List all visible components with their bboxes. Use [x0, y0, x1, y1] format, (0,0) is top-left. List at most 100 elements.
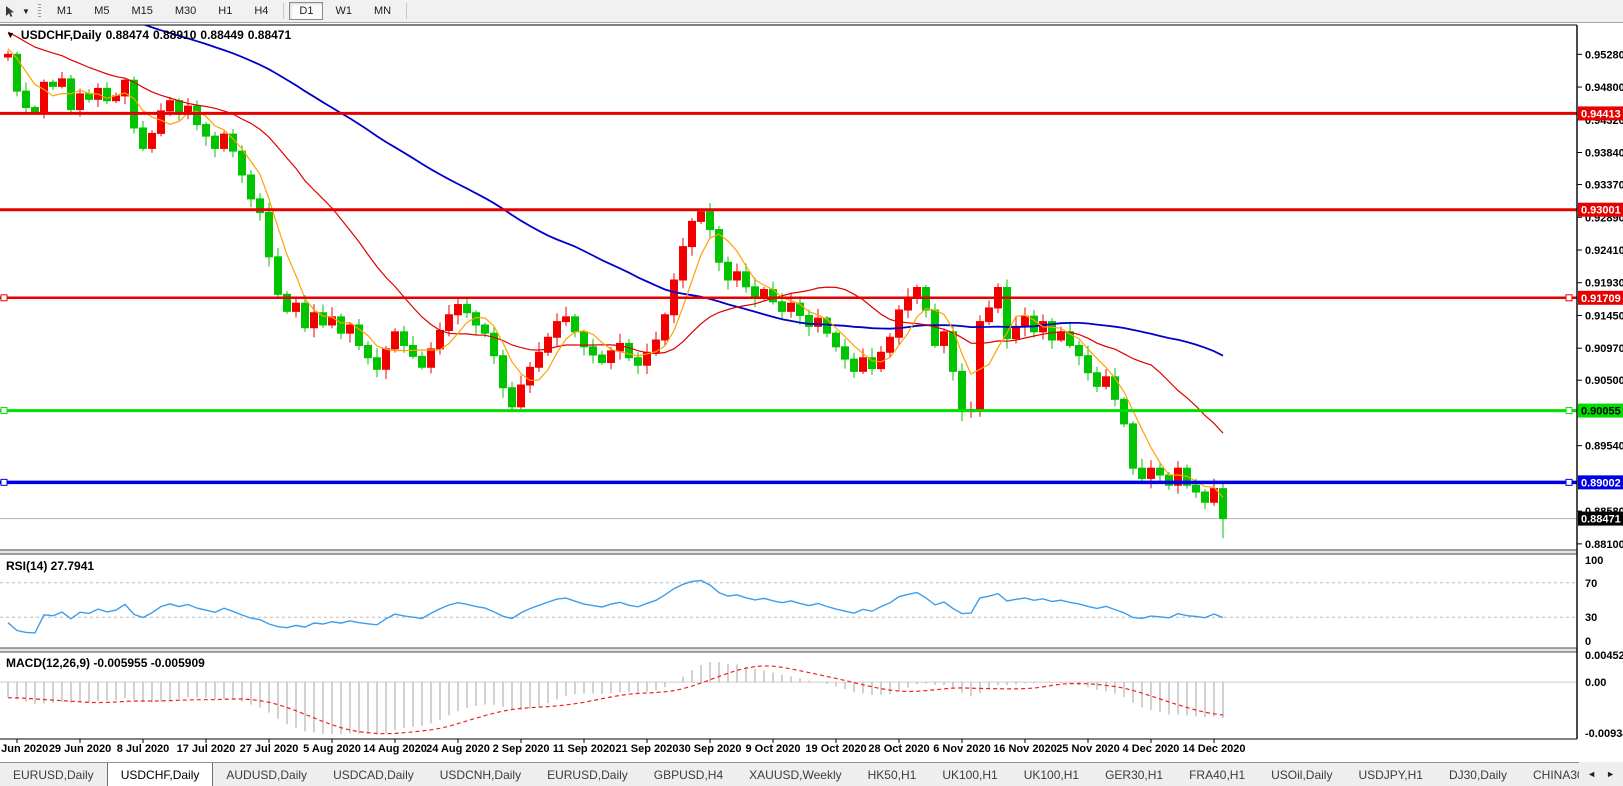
chart-tab-dj30-daily[interactable]: DJ30,Daily [1436, 763, 1520, 786]
rsi-axis-label: 100 [1585, 555, 1603, 567]
price-tag-label: 0.90055 [1581, 406, 1621, 418]
x-axis-label: 17 Jul 2020 [177, 743, 236, 755]
panel-splitter[interactable] [0, 648, 1577, 652]
collapse-icon[interactable]: ▼ [6, 30, 15, 40]
price-chart-canvas[interactable]: 0.952800.948000.943200.938400.933700.928… [0, 0, 1623, 762]
chart-tab-usdcad-daily[interactable]: USDCAD,Daily [320, 763, 427, 786]
x-axis-label: 25 Nov 2020 [1056, 743, 1120, 755]
ohlc-high: 0.88910 [153, 28, 196, 42]
timeframe-button-m1[interactable]: M1 [47, 2, 82, 20]
cursor-pointer-icon [4, 5, 17, 18]
timeframe-button-m15[interactable]: M15 [121, 2, 162, 20]
x-axis-label: 19 Oct 2020 [805, 743, 866, 755]
chart-tab-usdchf-daily[interactable]: USDCHF,Daily [107, 762, 214, 786]
cursor-tool-button[interactable]: ▼ [0, 0, 36, 22]
ohlc-low: 0.88449 [200, 28, 243, 42]
x-axis-label: 24 Aug 2020 [426, 743, 490, 755]
line-handle[interactable] [1566, 479, 1572, 485]
macd-axis-label: 0.00 [1585, 677, 1606, 689]
y-axis-label: 0.89540 [1585, 441, 1623, 453]
x-axis-label: 14 Aug 2020 [363, 743, 427, 755]
macd-signal-line [8, 666, 1223, 734]
y-axis-label: 0.91450 [1585, 310, 1623, 322]
timeframe-button-d1[interactable]: D1 [289, 2, 323, 20]
rsi-line [8, 581, 1223, 633]
timeframe-button-m30[interactable]: M30 [165, 2, 206, 20]
line-handle[interactable] [1, 479, 7, 485]
timeframe-button-mn[interactable]: MN [364, 2, 401, 20]
chart-tab-uk100-h1[interactable]: UK100,H1 [1011, 763, 1092, 786]
y-axis-label: 0.90500 [1585, 375, 1623, 387]
chart-tab-usdcnh-daily[interactable]: USDCNH,Daily [427, 763, 534, 786]
price-tag-label: 0.89002 [1581, 477, 1621, 489]
chart-tab-bar: EURUSD,DailyUSDCHF,DailyAUDUSD,DailyUSDC… [0, 762, 1623, 786]
rsi-indicator-label: RSI(14) 27.7941 [6, 559, 94, 573]
timeframe-button-h1[interactable]: H1 [208, 2, 242, 20]
y-axis-label: 0.95280 [1585, 49, 1623, 61]
price-tag-label: 0.91709 [1581, 293, 1621, 305]
price-tag-label: 0.94413 [1581, 108, 1621, 120]
chart-symbol: USDCHF,Daily [21, 28, 102, 42]
y-axis-label: 0.92410 [1585, 245, 1623, 257]
x-axis-label: 2 Sep 2020 [493, 743, 550, 755]
macd-indicator-label: MACD(12,26,9) -0.005955 -0.005909 [6, 656, 205, 670]
y-axis-label: 0.88100 [1585, 539, 1623, 551]
x-axis-label: 6 Nov 2020 [933, 743, 990, 755]
toolbar-grip [38, 4, 41, 18]
line-handle[interactable] [1, 295, 7, 301]
macd-axis-label: -0.009348 [1585, 728, 1623, 740]
ohlc-open: 0.88474 [106, 28, 149, 42]
chart-tab-gbpusd-h4[interactable]: GBPUSD,H4 [641, 763, 736, 786]
rsi-axis-label: 70 [1585, 578, 1597, 590]
x-axis-label: 19 Jun 2020 [0, 743, 48, 755]
chart-tab-eurusd-daily[interactable]: EURUSD,Daily [534, 763, 641, 786]
x-axis-label: 9 Oct 2020 [745, 743, 800, 755]
x-axis-label: 28 Oct 2020 [868, 743, 929, 755]
line-handle[interactable] [1566, 408, 1572, 414]
panel-splitter[interactable] [0, 550, 1577, 554]
chevron-down-icon: ▼ [22, 7, 30, 16]
x-axis-label: 8 Jul 2020 [117, 743, 170, 755]
chart-tab-eurusd-daily[interactable]: EURUSD,Daily [0, 763, 107, 786]
y-axis-label: 0.91930 [1585, 278, 1623, 290]
price-tag-label: 0.93001 [1581, 205, 1621, 217]
chart-title: ▼ USDCHF,Daily 0.88474 0.88910 0.88449 0.8847… [6, 28, 295, 42]
timeframe-toolbar: ▼ M1 M5 M15 M30 H1 H4 D1 W1 MN [0, 0, 1623, 23]
timeframe-button-h4[interactable]: H4 [244, 2, 278, 20]
x-axis-label: 27 Jul 2020 [240, 743, 299, 755]
y-axis-label: 0.93840 [1585, 148, 1623, 160]
x-axis-label: 14 Dec 2020 [1183, 743, 1246, 755]
moving-averages-layer [8, 0, 1223, 497]
y-axis-label: 0.94800 [1585, 82, 1623, 94]
tab-scroll-arrows: ◄ ► [1579, 762, 1623, 786]
chart-tab-fra40-h1[interactable]: FRA40,H1 [1176, 763, 1258, 786]
rsi-axis-label: 0 [1585, 636, 1591, 648]
x-axis-label: 5 Aug 2020 [303, 743, 361, 755]
line-handle[interactable] [1566, 295, 1572, 301]
tab-scroll-right-icon[interactable]: ► [1601, 767, 1620, 781]
x-axis-label: 11 Sep 2020 [553, 743, 615, 755]
tab-scroll-left-icon[interactable]: ◄ [1582, 767, 1601, 781]
current-price-label: 0.88471 [1581, 514, 1621, 526]
chart-tab-uk100-h1[interactable]: UK100,H1 [929, 763, 1010, 786]
toolbar-separator [406, 3, 407, 19]
chart-tab-hk50-h1[interactable]: HK50,H1 [855, 763, 930, 786]
chart-tab-audusd-daily[interactable]: AUDUSD,Daily [213, 763, 320, 786]
chart-tab-usoil-daily[interactable]: USOil,Daily [1258, 763, 1345, 786]
x-axis-label: 21 Sep 2020 [616, 743, 679, 755]
x-axis-label: 30 Sep 2020 [679, 743, 742, 755]
timeframe-button-w1[interactable]: W1 [325, 2, 362, 20]
x-axis-label: 29 Jun 2020 [49, 743, 111, 755]
x-axis-label: 16 Nov 2020 [993, 743, 1057, 755]
chart-tab-xauusd-weekly[interactable]: XAUUSD,Weekly [736, 763, 854, 786]
x-axis-label: 4 Dec 2020 [1123, 743, 1180, 755]
chart-tab-ger30-h1[interactable]: GER30,H1 [1092, 763, 1176, 786]
y-axis-label: 0.90970 [1585, 343, 1623, 355]
macd-axis-label: 0.004527 [1585, 650, 1623, 662]
mt4-window: ▼ M1 M5 M15 M30 H1 H4 D1 W1 MN 0.95280 0.… [0, 0, 1623, 786]
line-handle[interactable] [1, 408, 7, 414]
timeframe-button-m5[interactable]: M5 [84, 2, 119, 20]
ohlc-close: 0.88471 [248, 28, 291, 42]
chart-tab-usdjpy-h1[interactable]: USDJPY,H1 [1345, 763, 1435, 786]
toolbar-separator [283, 3, 284, 19]
